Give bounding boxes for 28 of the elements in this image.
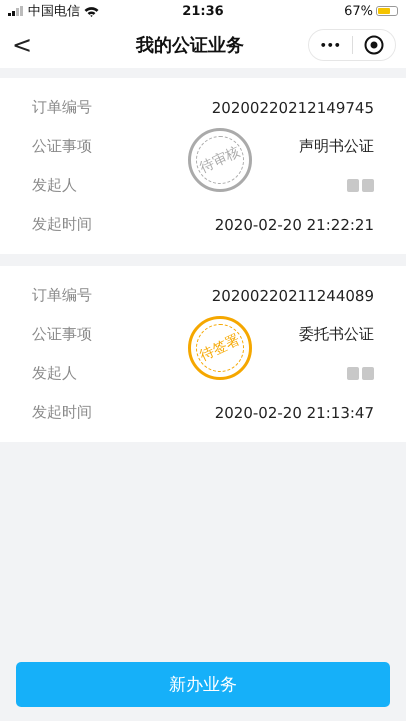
redacted-name-bar <box>347 179 374 192</box>
field-label: 发起时间 <box>32 215 92 234</box>
redacted-name-bar <box>347 367 374 380</box>
field-label: 订单编号 <box>32 286 92 305</box>
field-label: 公证事项 <box>32 137 92 156</box>
field-value: 20200220211244089 <box>212 286 374 304</box>
signal-icon <box>8 6 24 16</box>
field-value: 2020-02-20 21:13:47 <box>214 404 374 422</box>
close-target-icon[interactable] <box>364 35 384 55</box>
field-value: 委托书公证 <box>299 325 374 344</box>
more-button[interactable]: ••• <box>309 38 352 52</box>
carrier-name: 中国电信 <box>28 3 80 20</box>
field-label: 发起人 <box>32 364 77 383</box>
field-label: 发起人 <box>32 176 77 195</box>
field-value: 2020-02-20 21:22:21 <box>214 216 374 234</box>
battery-percent: 67% <box>344 4 373 18</box>
status-stamp: 待审核 <box>188 128 252 192</box>
clock-time: 21:36 <box>181 4 225 18</box>
field-value: 声明书公证 <box>299 137 374 156</box>
wifi-icon <box>84 6 99 16</box>
field-label: 公证事项 <box>32 325 92 344</box>
field-value: 20200220212149745 <box>212 98 374 116</box>
status-stamp: 待签署 <box>188 316 252 380</box>
battery-icon <box>376 6 398 16</box>
back-button[interactable]: < <box>12 31 72 59</box>
field-label: 订单编号 <box>32 98 92 117</box>
field-label: 发起时间 <box>32 403 92 422</box>
page-title: 我的公证业务 <box>134 34 245 57</box>
